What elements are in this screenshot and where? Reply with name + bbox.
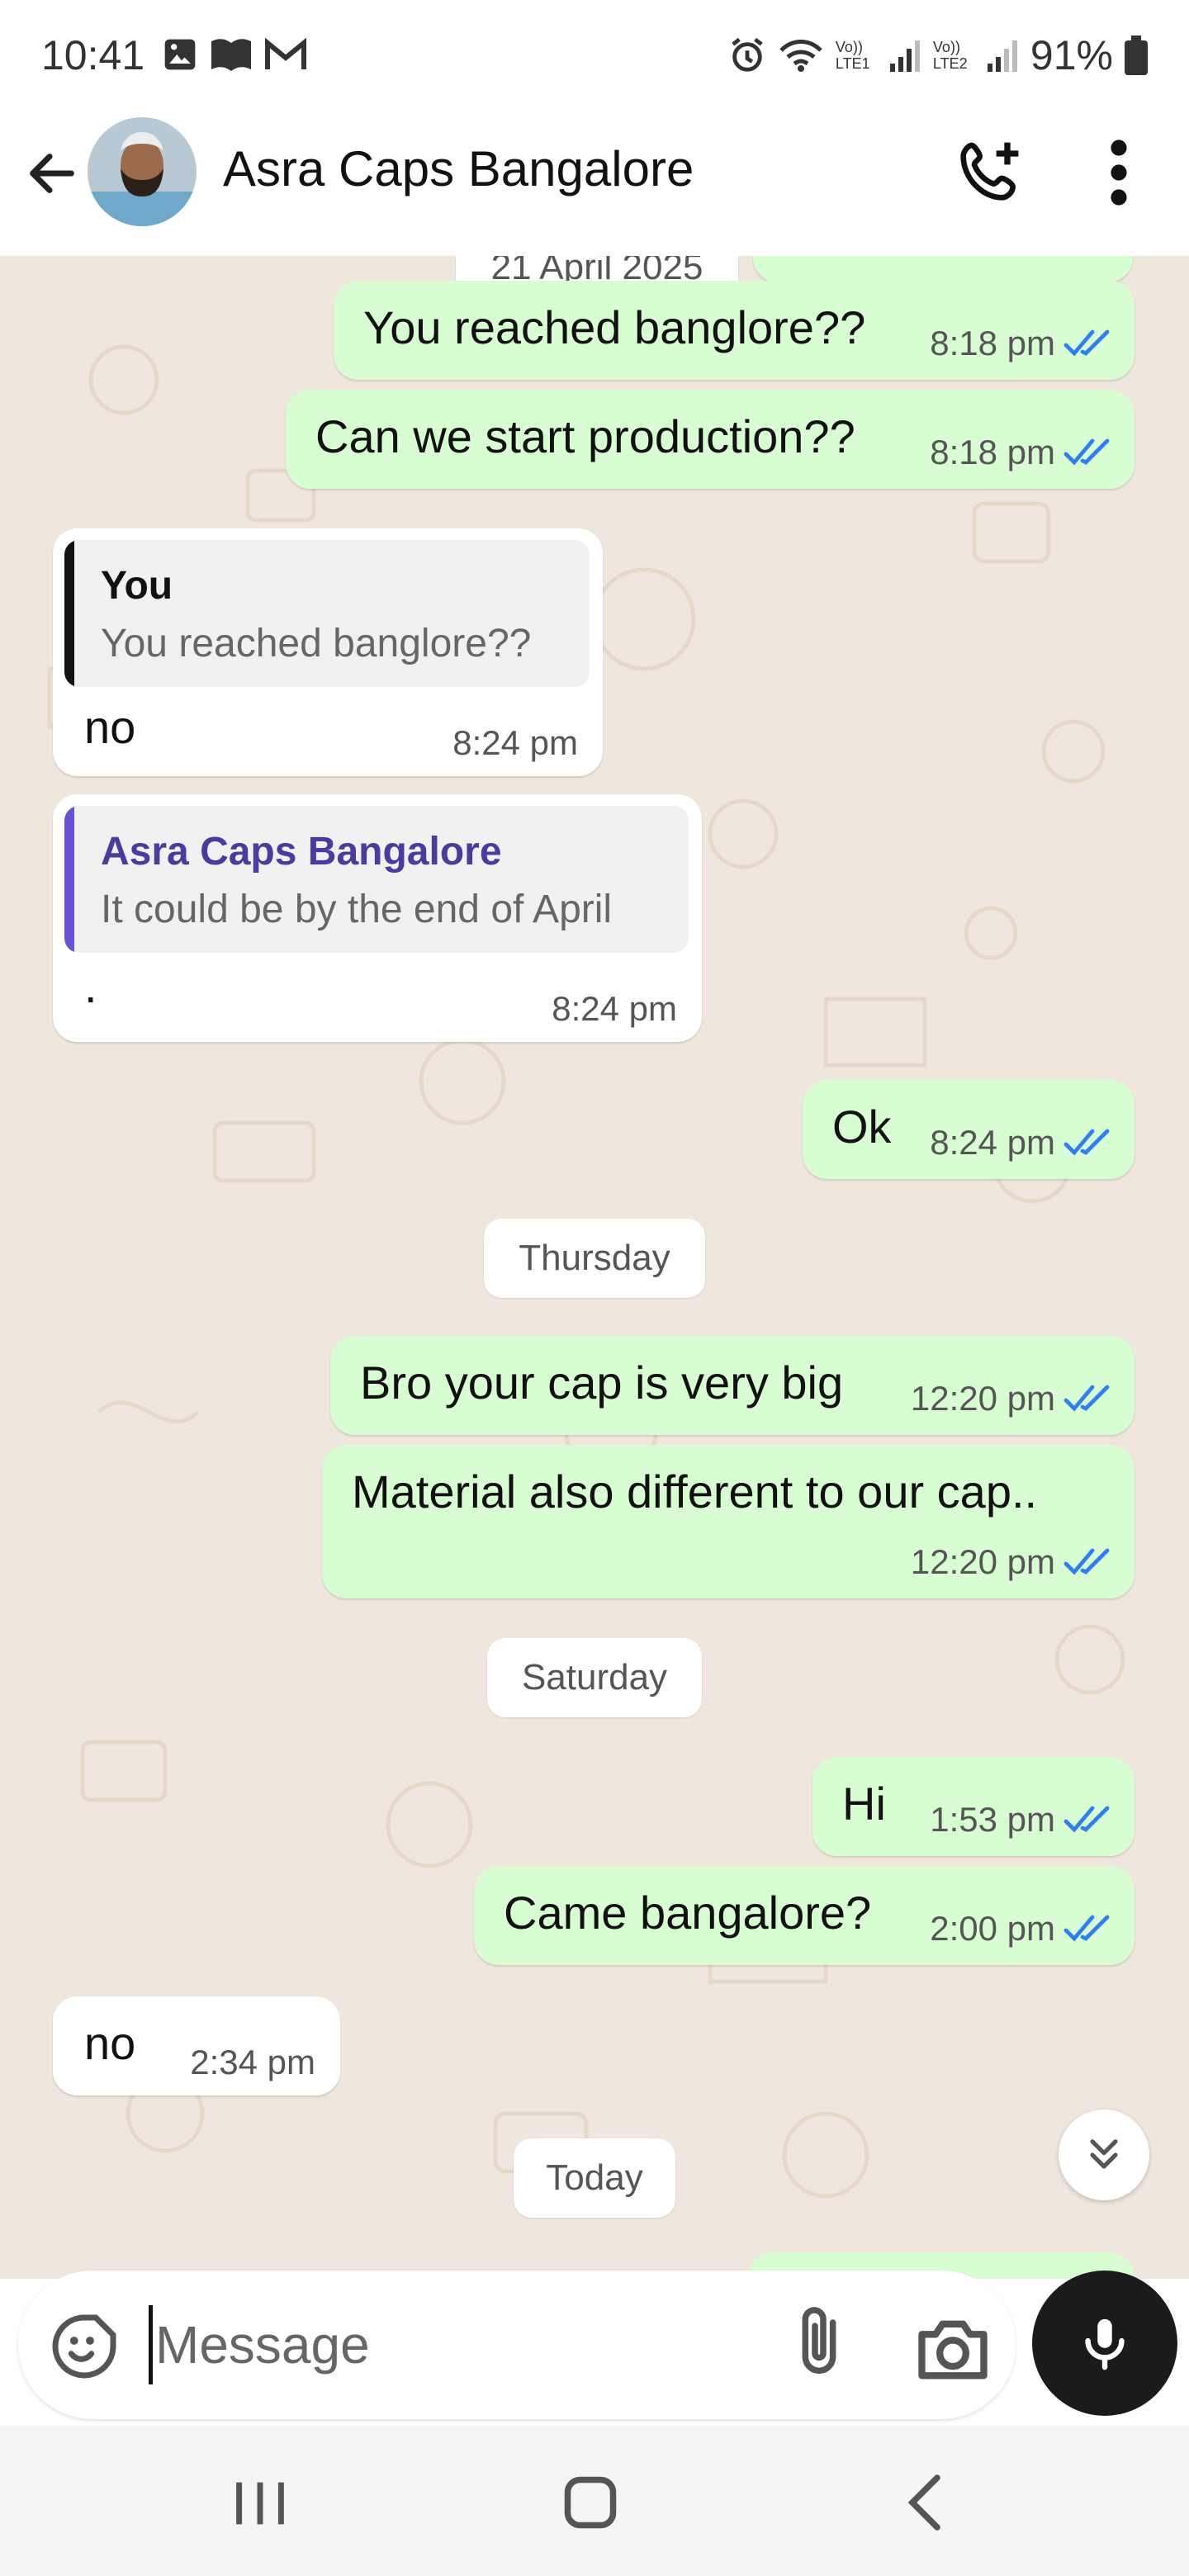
message-bubble-incoming[interactable]: Asra Caps Bangalore It could be by the e…	[53, 794, 702, 1042]
date-divider: Saturday	[487, 1638, 702, 1717]
message-meta: 8:18 pm	[930, 433, 1115, 472]
gallery-icon	[164, 39, 196, 70]
message-meta: 12:20 pm	[911, 1379, 1115, 1418]
chat-area[interactable]: 21 April 2025 You reached banglore?? 8:1…	[0, 256, 1189, 2279]
read-ticks-icon	[1063, 1915, 1110, 1942]
message-meta: 8:18 pm	[930, 324, 1115, 363]
message-composer	[18, 2271, 1016, 2419]
date-divider: Thursday	[484, 1219, 705, 1298]
read-ticks-icon	[1063, 1385, 1110, 1412]
message-bubble-partial	[753, 256, 1133, 282]
message-text: no	[84, 2017, 136, 2069]
message-bubble-outgoing[interactable]: Came bangalore? 2:00 pm	[474, 1866, 1135, 1965]
read-ticks-icon	[1063, 1548, 1110, 1575]
message-time: 12:20 pm	[910, 1379, 1055, 1418]
status-time: 10:41	[41, 32, 145, 78]
quoted-reply-text: You reached banglore??	[101, 622, 532, 665]
message-meta: 1:53 pm	[930, 1800, 1115, 1840]
add-call-icon[interactable]	[958, 137, 1024, 203]
more-vert-icon[interactable]	[1098, 135, 1139, 210]
status-bar: 10:41 Vo)) LTE1 Vo)) LTE2 91%	[0, 0, 1189, 116]
system-navigation-bar	[0, 2426, 1189, 2576]
message-meta: 2:00 pm	[930, 1909, 1115, 1949]
message-bubble-outgoing[interactable]: Can we start production?? 8:18 pm	[286, 390, 1135, 489]
message-bubble-outgoing[interactable]: Material also different to our cap.. 12:…	[322, 1445, 1135, 1598]
date-divider: Today	[514, 2138, 675, 2218]
message-time: 8:24 pm	[930, 1123, 1055, 1162]
message-text: Bro your cap is very big	[360, 1357, 844, 1409]
double-chevron-down-icon	[1090, 2139, 1118, 2169]
read-ticks-icon	[1063, 438, 1110, 466]
message-bubble-incoming[interactable]: You You reached banglore?? no 8:24 pm	[53, 528, 603, 776]
wifi-icon	[779, 40, 822, 72]
quoted-reply-bar	[64, 806, 74, 953]
read-ticks-icon	[1063, 329, 1110, 357]
signal-icon	[889, 40, 920, 72]
signal-icon-2	[987, 40, 1017, 72]
home-icon[interactable]	[561, 2474, 619, 2531]
message-time: 8:24 pm	[552, 989, 677, 1028]
recents-icon[interactable]	[231, 2479, 289, 2528]
message-bubble-outgoing[interactable]: Bro your cap is very big 12:20 pm	[330, 1336, 1135, 1435]
message-text: Hi	[842, 1778, 886, 1830]
quoted-reply[interactable]: Asra Caps Bangalore It could be by the e…	[64, 806, 689, 953]
nav-back-icon[interactable]	[900, 2474, 950, 2531]
network-label-1: Vo)) LTE1	[835, 39, 870, 72]
message-bubble-outgoing[interactable]: Hi 1:53 pm	[812, 1757, 1135, 1856]
microphone-icon	[1085, 2318, 1125, 2370]
text-cursor	[149, 2305, 153, 2384]
quoted-reply-bar	[64, 540, 74, 687]
chat-header: Asra Caps Bangalore	[0, 116, 1189, 256]
message-time: 2:34 pm	[190, 2043, 315, 2081]
scroll-to-bottom-button[interactable]	[1059, 2110, 1149, 2200]
message-time: 12:20 pm	[910, 1542, 1055, 1581]
message-time: 2:00 pm	[930, 1909, 1055, 1948]
message-text: .	[84, 960, 97, 1012]
message-text: Material also different to our cap..	[352, 1466, 1038, 1518]
quoted-reply-text: It could be by the end of April	[101, 888, 613, 931]
message-time: 1:53 pm	[930, 1800, 1055, 1839]
message-meta: 12:20 pm	[911, 1542, 1115, 1582]
message-text: Came bangalore?	[504, 1887, 872, 1939]
read-ticks-icon	[1063, 1806, 1110, 1833]
camera-icon[interactable]	[912, 2307, 994, 2389]
message-time: 8:18 pm	[930, 324, 1055, 362]
message-text: Ok	[832, 1101, 892, 1153]
message-bubble-outgoing[interactable]: Ok 8:24 pm	[803, 1080, 1135, 1179]
back-arrow-icon[interactable]	[23, 144, 81, 202]
alarm-icon	[732, 37, 763, 72]
read-ticks-icon	[1063, 1129, 1110, 1156]
quoted-reply-author: Asra Caps Bangalore	[101, 830, 502, 874]
message-input[interactable]	[155, 2295, 783, 2394]
message-text: You reached banglore??	[363, 301, 866, 353]
avatar[interactable]	[88, 117, 197, 226]
network-label-2: Vo)) LTE2	[932, 39, 968, 72]
quoted-reply[interactable]: You You reached banglore??	[64, 540, 590, 687]
message-time: 8:18 pm	[930, 433, 1055, 471]
message-text: Can we start production??	[315, 410, 855, 462]
message-bubble-incoming[interactable]: no 2:34 pm	[53, 1996, 340, 2095]
message-bubble-outgoing[interactable]: You reached banglore?? 8:18 pm	[334, 281, 1135, 380]
chat-title[interactable]: Asra Caps Bangalore	[223, 140, 694, 197]
battery-icon	[1125, 36, 1148, 75]
attach-icon[interactable]	[778, 2302, 860, 2384]
gmail-icon	[265, 37, 306, 69]
voice-record-button[interactable]	[1032, 2271, 1177, 2416]
book-icon	[211, 39, 251, 71]
message-text: no	[84, 701, 136, 753]
quoted-reply-author: You	[101, 564, 173, 608]
message-meta: 8:24 pm	[930, 1123, 1115, 1163]
battery-percent: 91%	[1030, 32, 1113, 78]
message-time: 8:24 pm	[452, 723, 578, 762]
sticker-emoji-icon[interactable]	[50, 2312, 119, 2381]
